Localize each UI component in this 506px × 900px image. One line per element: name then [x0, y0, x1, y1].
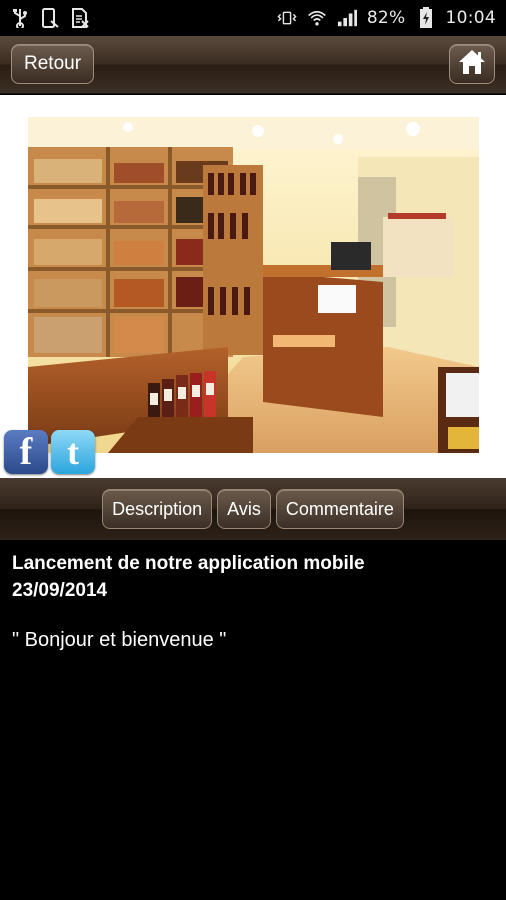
- article-content: Lancement de notre application mobile 23…: [12, 550, 494, 652]
- facebook-icon: f: [19, 431, 33, 473]
- sim-off-icon: [70, 8, 90, 28]
- social-buttons: f t: [4, 430, 95, 474]
- gallery: f t: [0, 95, 506, 478]
- tab-description[interactable]: Description: [102, 489, 213, 529]
- back-button[interactable]: Retour: [11, 44, 95, 84]
- home-icon: [457, 48, 487, 81]
- vibrate-icon: [277, 8, 297, 28]
- article-date: 23/09/2014: [12, 580, 108, 601]
- article-title: Lancement de notre application mobile: [12, 553, 365, 574]
- twitter-icon: t: [67, 432, 79, 472]
- tab-avis[interactable]: Avis: [217, 489, 271, 529]
- facebook-button[interactable]: f: [4, 430, 48, 474]
- clock: 10:04: [445, 8, 496, 28]
- battery-percent: 82%: [366, 8, 406, 28]
- shop-photo[interactable]: [28, 117, 479, 453]
- phone-debug-icon: [40, 8, 60, 28]
- usb-icon: [10, 8, 30, 28]
- signal-icon: [337, 8, 357, 28]
- tab-bar: Description Avis Commentaire: [0, 478, 506, 540]
- home-button[interactable]: [449, 44, 495, 84]
- battery-charging-icon: [416, 7, 436, 28]
- article-message: " Bonjour et bienvenue ": [12, 629, 227, 651]
- tab-commentaire[interactable]: Commentaire: [275, 489, 404, 529]
- status-bar: 82% 10:04: [0, 0, 506, 36]
- top-bar: Retour: [0, 36, 506, 94]
- twitter-button[interactable]: t: [51, 430, 95, 474]
- wifi-icon: [307, 8, 327, 28]
